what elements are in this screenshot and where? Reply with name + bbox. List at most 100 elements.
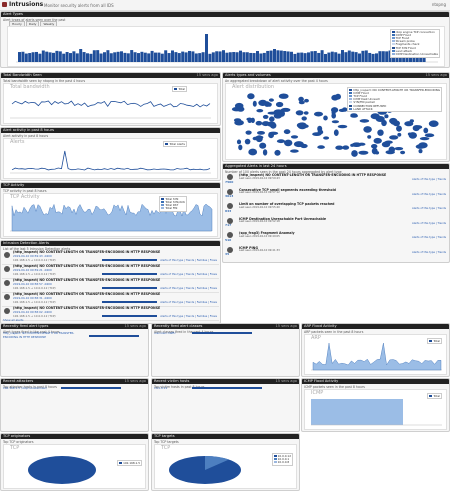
panel-title: Alerts types and volumes [225,73,271,77]
bandwidth-chart: Total bandwidth Total [3,83,218,124]
bar [21,51,25,62]
bar [133,52,137,62]
bar [228,52,232,62]
bar [307,52,310,62]
alert-links[interactable]: Alerts of this type | Trends | Families … [160,273,217,276]
distribution-mark [370,113,380,120]
alert-last-seen: Last seen 2019-04-10 09:57:12 [239,191,280,194]
aggregated-alert-row[interactable]: 7500 (http_inspect) NO CONTENT-LENGTH OR … [224,173,448,184]
victim-item[interactable]: 10.0.0.12 [154,386,167,390]
distribution-mark [268,98,274,102]
chart-legend: 10.0.0.12 10.0.0.1 10.0.0.8 [271,453,293,466]
distribution-mark [335,93,341,100]
chart-title: Total bandwidth [10,84,50,90]
brand-label[interactable]: ntopng [432,2,446,7]
distribution-mark [234,102,244,109]
panel-header: TCP targets [152,434,299,439]
alert-links[interactable]: Alerts of this type | Trends [412,178,446,181]
panel-header: Recent attackers 15 secs ago [1,379,148,384]
bar [201,52,205,62]
bar [174,52,178,62]
alert-links[interactable]: Alerts of this type | Trends [412,251,446,254]
alert-class-item[interactable]: unknown traffic [154,331,176,335]
bar [245,52,249,62]
distribution-mark [238,144,243,151]
distribution-mark [256,109,264,113]
alert-links[interactable]: Alerts of this type | Trends | Families … [160,259,217,262]
alerts-volume-panel: Alerts types and volumes 15 secs ago An a… [222,72,450,162]
alert-type-item[interactable]: http_inspect: NO CONTENT-LENGTH OR TRANS… [3,331,83,339]
bar [72,51,76,62]
legend-item: Total FIN [161,207,185,210]
ids-alert-row[interactable]: (http_inspect) NO CONTENT-LENGTH OR TRAN… [2,306,219,321]
legend-label: ICMP Destination Unreachable [395,51,438,56]
ids-alert-row[interactable]: (http_inspect) NO CONTENT-LENGTH OR TRAN… [2,292,219,307]
alert-hosts: 192.168.1.5 → 10.0.0.12 (TCP) [13,257,56,262]
bar [344,52,348,62]
aggregated-alert-row[interactable]: 843 Limit on number of overlapping TCP pa… [224,202,448,213]
alert-links[interactable]: Alerts of this type | Trends | Families … [160,301,217,304]
chart-title: TCP [161,445,171,451]
bar [334,52,338,62]
updated-ago: 15 secs ago [124,324,146,328]
bar [191,51,195,62]
distribution-mark [335,145,344,150]
aggregated-alert-row[interactable]: 516 (spp_frag3) Fragment Anomaly Last seen… [224,231,448,242]
attacker-item[interactable]: 192.168.1.5 (ntop.localdomain) [3,386,47,390]
legend-item: ICMP Destination Unreachable [391,51,438,56]
bar [279,50,283,62]
bar [222,50,225,62]
bar [378,51,382,62]
ids-alert-row[interactable]: (http_inspect) NO CONTENT-LENGTH OR TRAN… [2,264,219,279]
bar [154,52,157,62]
bar [41,50,45,62]
alert-links[interactable]: Alerts of this type | Trends [412,193,446,196]
distribution-mark [394,147,404,151]
alert-distribution-chart: Alert distribution http_inspect: NO CONT… [225,83,447,160]
ids-alerts-panel: Intrusion Detection Alerts List of the l… [0,240,221,324]
alert-links[interactable]: Alerts of this type | Trends | Families … [160,287,217,290]
panel-header: Recent victim hosts 15 secs ago [152,379,299,384]
bar [188,50,191,62]
alert-links[interactable]: Alerts of this type | Trends [412,236,446,239]
arp-chart: ARP Total [304,334,447,375]
alert-count: 35 [225,252,230,257]
bar [24,53,28,62]
show-all-link[interactable]: Show all alerts [3,318,24,322]
panel-header: TCP Activity [1,183,220,188]
panel-title: ICMP Flood Activity [304,379,339,383]
tcp-activity-chart: TCP Activity Total SYN Total SYN/ACK Total… [3,193,218,237]
distribution-mark [400,150,406,155]
updated-ago: 15 secs ago [275,324,297,328]
alert-links[interactable]: Alerts of this type | Trends [412,222,446,225]
bar [45,51,49,62]
panel-title: TCP originators [3,434,31,438]
alert-links[interactable]: Alerts of this type | Trends [412,207,446,210]
bar [120,51,123,62]
arp-area [311,342,442,371]
bandwidth-series [11,100,211,108]
chart-legend: Total [172,86,187,93]
aggregated-alert-row[interactable]: 35 ICMP PING Last seen 2019-04-10 09:41:33… [224,246,448,257]
distribution-mark [419,137,430,141]
panel-header: ICMP Flood Activity [302,379,449,384]
distribution-mark [388,146,395,153]
panel-title: TCP Activity [3,183,25,187]
bar [69,53,72,62]
panel-header: Intrusion Detection Alerts [1,241,220,246]
aggregated-alert-row[interactable]: 3013 Consecutive TCP small segments excee… [224,188,448,199]
bar [300,52,304,62]
distribution-mark [350,113,358,117]
distribution-mark [284,139,293,147]
distribution-mark [273,113,282,119]
ids-alert-row[interactable]: (http_inspect) NO CONTENT-LENGTH OR TRAN… [2,278,219,293]
distribution-mark [424,133,435,138]
bar [62,53,66,62]
distribution-mark [377,129,384,136]
alert-links[interactable]: Alerts of this type | Trends | Families … [160,315,217,318]
aggregated-alert-row[interactable]: 717 ICMP Destination Unreachable Port Unr… [224,217,448,228]
distribution-mark [384,114,389,119]
bar [313,51,317,62]
bar [358,53,361,62]
ids-alert-row[interactable]: (http_inspect) NO CONTENT-LENGTH OR TRAN… [2,250,219,265]
